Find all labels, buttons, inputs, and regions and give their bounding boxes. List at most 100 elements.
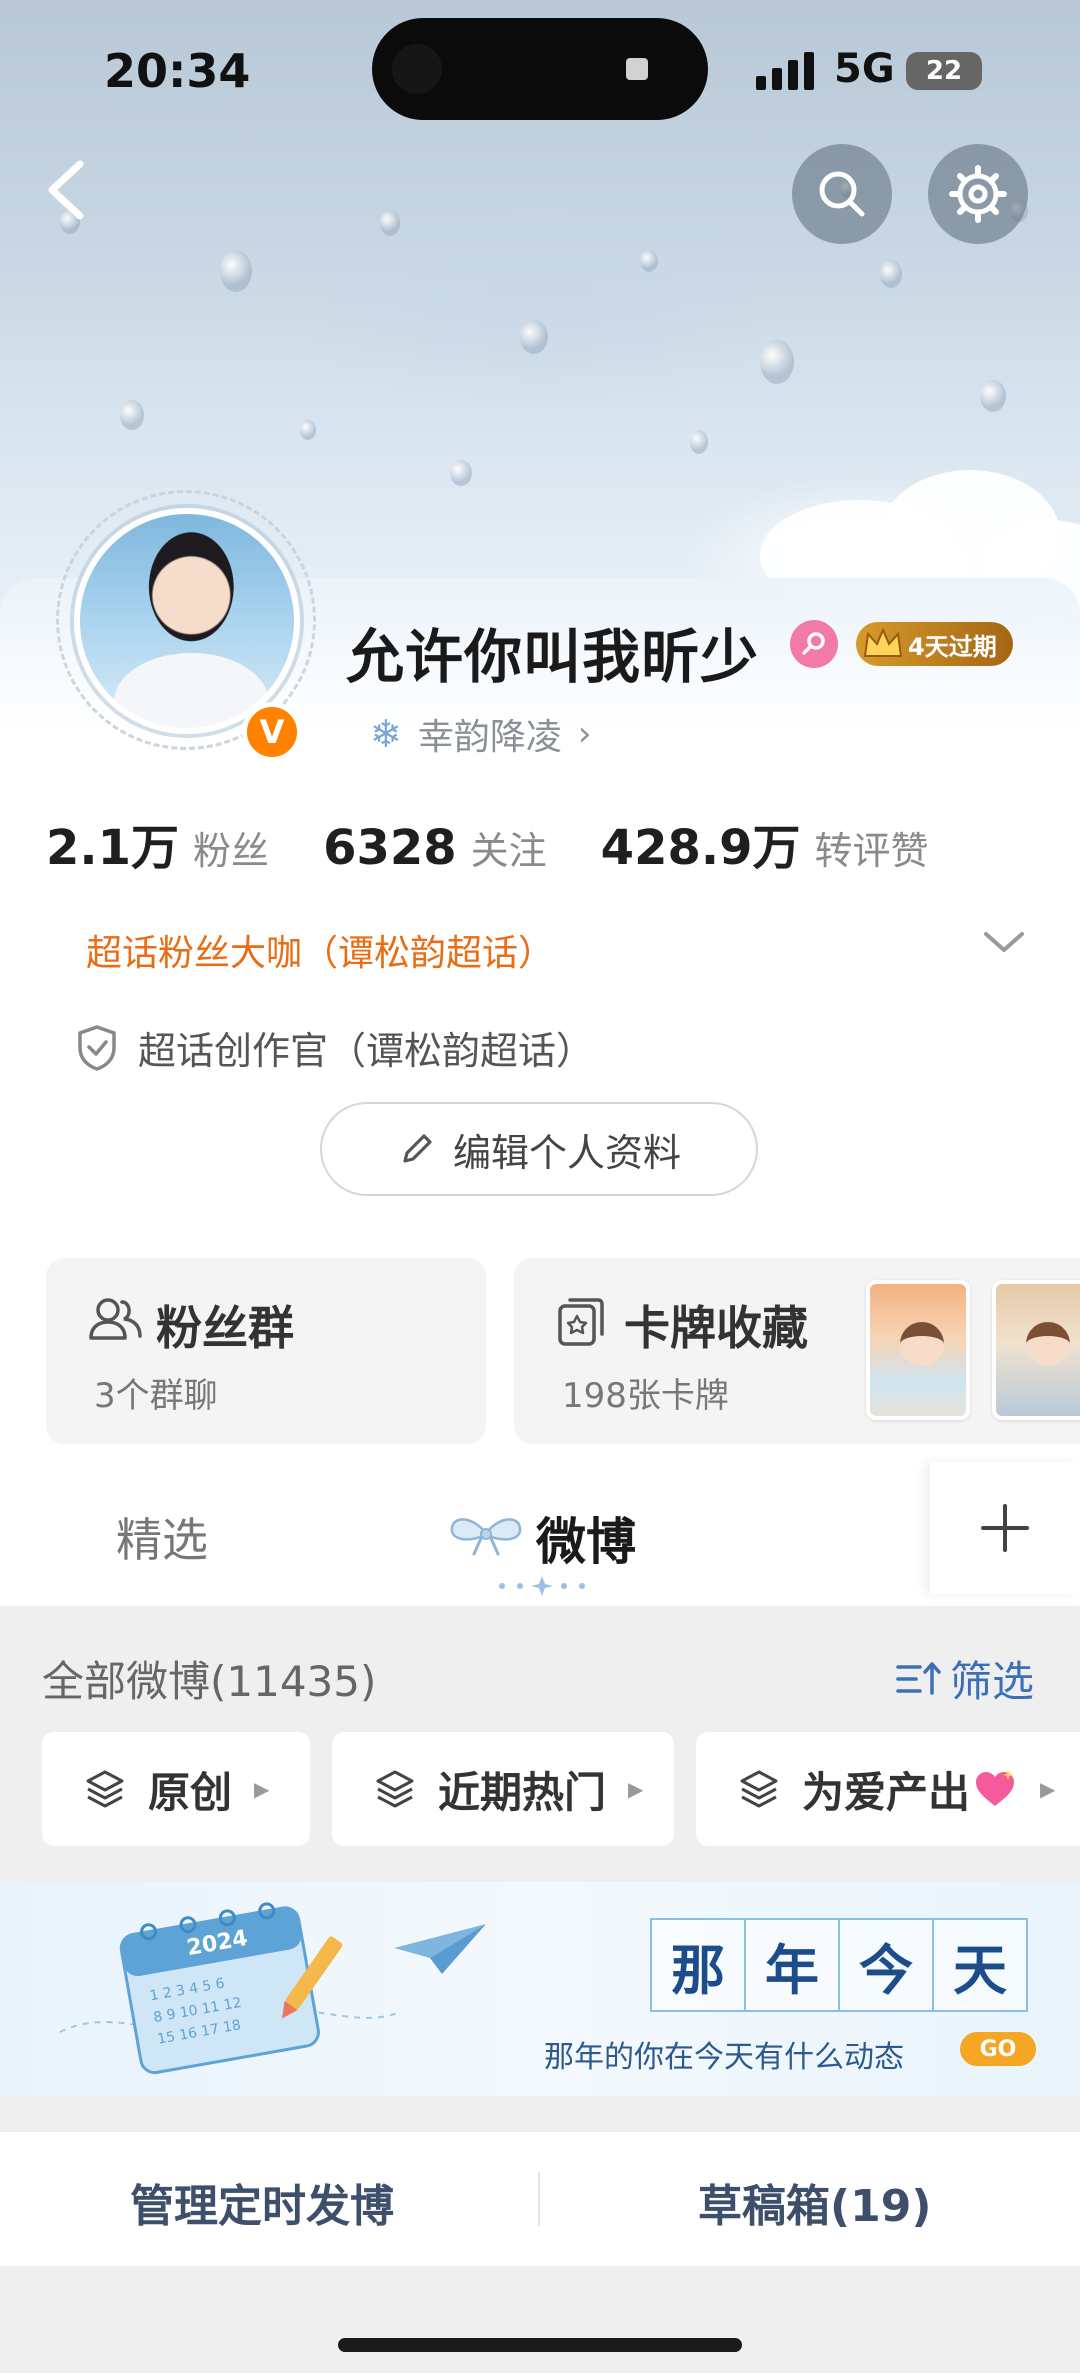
stat-value: 428.9万 [600,820,801,876]
stat-label: 粉丝 [193,829,270,873]
female-icon [790,620,838,668]
stat-followers[interactable]: 2.1万 粉丝 [46,808,269,878]
card-thumbnail[interactable] [866,1280,970,1420]
layers-icon [376,1770,414,1808]
chip-label: 原创 [148,1767,233,1817]
stat-following[interactable]: 6328 关注 [323,820,547,876]
people-icon [89,1298,142,1340]
stat-value: 2.1万 [46,820,180,876]
creator-tag-label: 超话创作官（谭松韵超话） [138,1029,595,1073]
calendar-illustration-icon: 2024 1 2 3 4 5 68 9 10 11 1215 16 17 18 [60,1902,400,2075]
go-button[interactable]: GO [960,2032,1036,2066]
title-char: 今 [838,1918,934,2012]
fan-group-title: 粉丝群 [156,1301,294,1355]
fan-group-card[interactable]: 粉丝群 3个群聊 [46,1258,486,1444]
fan-group-count: 3个群聊 [94,1376,218,1416]
raindrop [300,420,316,440]
add-tab-button[interactable] [930,1462,1080,1594]
stat-label: 转评赞 [814,829,929,873]
battery-icon: 22 [906,52,982,90]
signal-icon [756,50,814,90]
snowflake-icon: ❄ [370,712,402,756]
card-collection-card[interactable]: 卡牌收藏 198张卡牌 [514,1258,1080,1444]
status-time: 20:34 [104,44,251,98]
layers-icon [740,1770,778,1808]
raindrop [760,340,794,384]
raindrop [120,400,144,430]
stat-likes[interactable]: 428.9万 转评赞 [601,808,929,878]
search-icon [819,171,865,217]
raindrop [880,260,902,288]
raindrop [690,430,708,454]
avatar[interactable]: V [56,490,316,762]
settings-button[interactable] [928,144,1028,244]
divider [538,2172,540,2226]
chevron-left-icon [48,160,84,220]
card-collection-count: 198张卡牌 [562,1376,729,1416]
edit-profile-label: 编辑个人资料 [452,1130,681,1175]
drafts-button[interactable]: 草稿箱(19) [698,2170,931,2234]
feed-section: 全部微博(11435) 筛选 原创 ▶ 近期热门 ▶ 为爱产出 ▶ 2024 1… [0,1606,1080,2373]
triangle-right-icon: ▶ [254,1777,270,1801]
back-button[interactable] [40,150,100,230]
title-char: 那 [650,1918,746,2012]
avatar-image [74,508,300,734]
verified-badge-icon: V [242,702,302,762]
raindrop [640,250,658,272]
vip-badge[interactable]: 4天过期 [856,622,1013,666]
card-icon [558,1298,604,1346]
raindrop [980,380,1006,412]
title-char: 天 [932,1918,1028,2012]
search-button[interactable] [792,144,892,244]
card-character [900,1322,944,1366]
chevron-down-icon [984,932,1024,952]
fan-group-name: 幸韵降凌 [417,717,562,758]
chip-recent-hot[interactable]: 近期热门 ▶ [332,1732,674,1846]
crown-icon [863,627,903,657]
tab-featured[interactable]: 精选 [116,1504,208,1570]
raindrop [220,250,252,292]
post-management-row: 管理定时发博 草稿箱(19) [0,2132,1080,2266]
filter-icon [896,1661,941,1695]
supertopic-fan-tag[interactable]: 超话粉丝大咖（谭松韵超话） [86,924,554,976]
filter-button[interactable]: 筛选 [894,1648,1034,1709]
network-type: 5G [834,46,895,92]
all-posts-count: 全部微博(11435) [42,1657,377,1706]
paper-plane-icon [394,1924,486,1974]
tab-weibo[interactable]: 微博 [536,1502,636,1574]
bow-icon [450,1518,522,1556]
card-collection-title: 卡牌收藏 [624,1301,808,1355]
triangle-right-icon: ▶ [628,1777,644,1801]
plus-icon [981,1504,1029,1552]
gear-icon [949,165,1007,223]
chip-original[interactable]: 原创 ▶ [42,1732,310,1846]
shield-icon [78,1024,116,1071]
edit-profile-button[interactable]: 编辑个人资料 [320,1102,758,1196]
stat-label: 关注 [470,829,547,873]
profile-name: 允许你叫我昕少 [346,623,760,691]
chip-label: 为爱产出 [802,1767,971,1817]
title-char: 年 [744,1918,840,2012]
home-indicator[interactable] [338,2338,742,2352]
scheduled-posts-button[interactable]: 管理定时发博 [130,2170,394,2234]
on-this-day-subtitle: 那年的你在今天有什么动态 [544,2040,904,2075]
on-this-day-banner[interactable]: 2024 1 2 3 4 5 68 9 10 11 12 15 16 17 18 … [0,1882,1080,2096]
vip-expire: 4天过期 [908,632,997,661]
layers-icon [86,1770,124,1808]
profile-stats: 2.1万 粉丝 6328 关注 428.9万 转评赞 [46,808,983,878]
fan-group-link[interactable]: ❄ 幸韵降凌 › [370,708,591,760]
raindrop [380,210,400,236]
chip-love-output[interactable]: 为爱产出 ▶ [696,1732,1080,1846]
battery-level: 22 [925,56,963,86]
creator-tag[interactable]: 超话创作官（谭松韵超话） [76,1020,594,1075]
expand-button[interactable] [982,928,1026,960]
chip-label: 近期热门 [438,1767,607,1817]
card-character [1026,1322,1070,1366]
status-bar: 20:34 5G 22 [0,0,1080,140]
filter-label: 筛选 [950,1657,1035,1706]
sparkling-heart-icon [976,1770,1015,1806]
tab-indicator [499,1576,585,1596]
camera-lens [392,44,442,94]
dynamic-island [372,18,708,120]
card-thumbnail[interactable] [992,1280,1080,1420]
